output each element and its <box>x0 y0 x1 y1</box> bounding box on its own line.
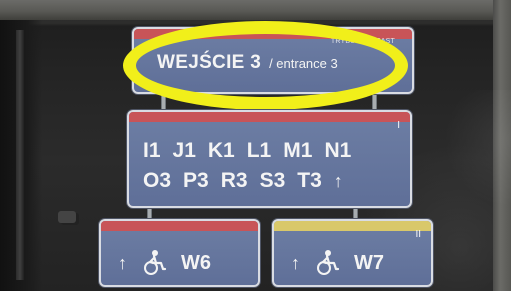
entrance-sign-subtitle: / entrance 3 <box>269 56 338 71</box>
entrance-sign: TRYBUNA I / EAST WEJŚCIE 3 / entrance 3 <box>132 27 414 94</box>
entrance-sign-top-label: TRYBUNA I / EAST <box>330 38 395 45</box>
right-curve <box>441 90 511 291</box>
wheelchair-icon <box>317 250 340 275</box>
security-camera-icon <box>58 211 76 223</box>
code-item: N1 <box>324 139 352 162</box>
code-item: O3 <box>143 169 172 192</box>
w7-code: W7 <box>354 251 384 274</box>
up-arrow-icon: ↑ <box>291 252 300 273</box>
code-item: P3 <box>183 169 209 192</box>
seat-codes-top-row: I1 J1 K1 L1 M1 N1 <box>143 136 403 166</box>
w6-sign: ↑ W6 <box>99 219 260 287</box>
up-arrow-icon: ↑ <box>333 171 343 191</box>
seat-codes-grid: I1 J1 K1 L1 M1 N1 O3 P3 R3 S3 T3 ↑ <box>143 136 403 196</box>
seat-codes-sign: I I1 J1 K1 L1 M1 N1 O3 P3 R3 S3 T3 ↑ <box>127 110 412 208</box>
code-item: L1 <box>246 139 272 162</box>
code-item: I1 <box>143 139 161 162</box>
w7-content: ↑ W7 <box>291 248 384 278</box>
wheelchair-icon <box>144 250 167 275</box>
w6-content: ↑ W6 <box>118 248 211 278</box>
seat-codes-top-strip <box>129 112 410 122</box>
seat-codes-bottom-row: O3 P3 R3 S3 T3 ↑ <box>143 166 403 196</box>
up-arrow-icon: ↑ <box>118 252 127 273</box>
w7-top-strip <box>274 221 431 231</box>
w6-top-strip <box>101 221 258 231</box>
entrance-sign-text: WEJŚCIE 3 / entrance 3 <box>157 52 338 74</box>
left-pipe <box>16 30 24 280</box>
w6-code: W6 <box>181 251 211 274</box>
stadium-signage-scene: TRYBUNA I / EAST WEJŚCIE 3 / entrance 3 … <box>0 0 511 291</box>
ceiling-band <box>0 0 511 20</box>
code-item: M1 <box>283 139 313 162</box>
seat-codes-roman: I <box>397 120 400 131</box>
code-item: T3 <box>297 169 322 192</box>
code-item: S3 <box>259 169 286 192</box>
code-item: J1 <box>172 139 196 162</box>
w7-roman: II <box>415 229 421 240</box>
w7-sign: II ↑ W7 <box>272 219 433 287</box>
code-item: R3 <box>220 169 248 192</box>
code-item: K1 <box>207 139 235 162</box>
entrance-sign-title: WEJŚCIE 3 <box>157 52 262 73</box>
